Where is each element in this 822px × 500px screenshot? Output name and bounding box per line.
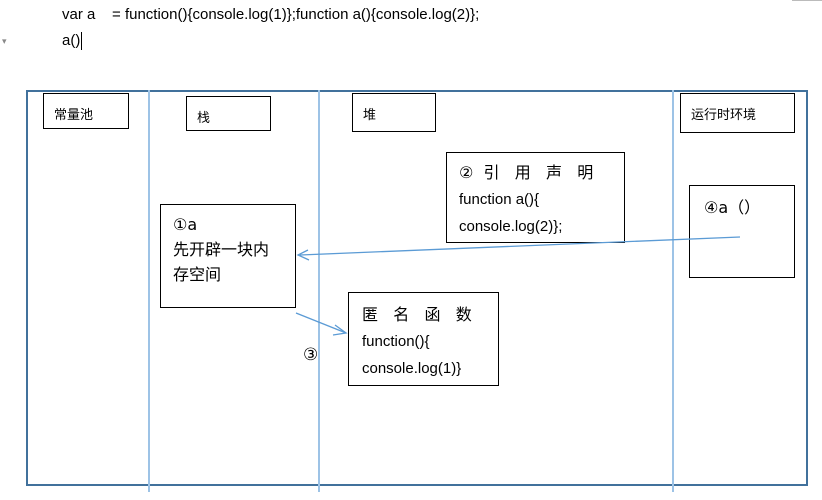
margin-marker-icon: ▾: [2, 36, 7, 46]
region-label-stack-text: 栈: [197, 110, 211, 125]
region-label-runtime-text: 运行时环境: [691, 107, 757, 122]
region-label-stack: 栈: [186, 96, 271, 131]
memory-diagram-frame: [26, 90, 808, 486]
region-label-constant-pool-text: 常量池: [54, 107, 94, 122]
stack-box-line-1: ①a: [173, 215, 198, 234]
region-label-constant-pool: 常量池: [43, 93, 129, 129]
divider-line-2: [318, 90, 320, 492]
stack-box-line-3: 存空间: [173, 265, 222, 284]
region-label-heap: 堆: [352, 93, 436, 132]
page-corner-mark: [792, 0, 822, 1]
divider-line-1: [148, 90, 150, 492]
anonymous-function-box: 匿 名 函 数 function(){ console.log(1)}: [348, 292, 499, 386]
stack-box-line-2: 先开辟一块内: [173, 240, 270, 259]
code-line-1: var a = function(){console.log(1)};funct…: [62, 6, 480, 23]
runtime-call-box: ④a（）: [689, 185, 795, 278]
anon-fn-line-2: console.log(1)}: [362, 360, 462, 377]
divider-line-3: [672, 90, 674, 492]
anon-fn-line-1: function(){: [362, 333, 430, 350]
declared-fn-line-2: console.log(2)};: [459, 218, 563, 235]
declared-fn-title: ② 引 用 声 明: [459, 163, 594, 182]
code-line-2-text: a(): [62, 32, 81, 49]
stack-variable-box: ①a 先开辟一块内 存空间: [160, 204, 296, 308]
anon-fn-title: 匿 名 函 数: [362, 305, 472, 324]
runtime-call-label: ④a（）: [704, 198, 761, 217]
region-label-runtime: 运行时环境: [680, 93, 795, 133]
declared-fn-line-1: function a(){: [459, 191, 540, 208]
text-caret: [81, 32, 83, 50]
region-label-heap-text: 堆: [363, 107, 377, 122]
declared-function-box: ② 引 用 声 明 function a(){ console.log(2)};: [446, 152, 625, 243]
step-3-label: ③: [303, 345, 319, 364]
code-line-2[interactable]: a(): [62, 32, 83, 50]
